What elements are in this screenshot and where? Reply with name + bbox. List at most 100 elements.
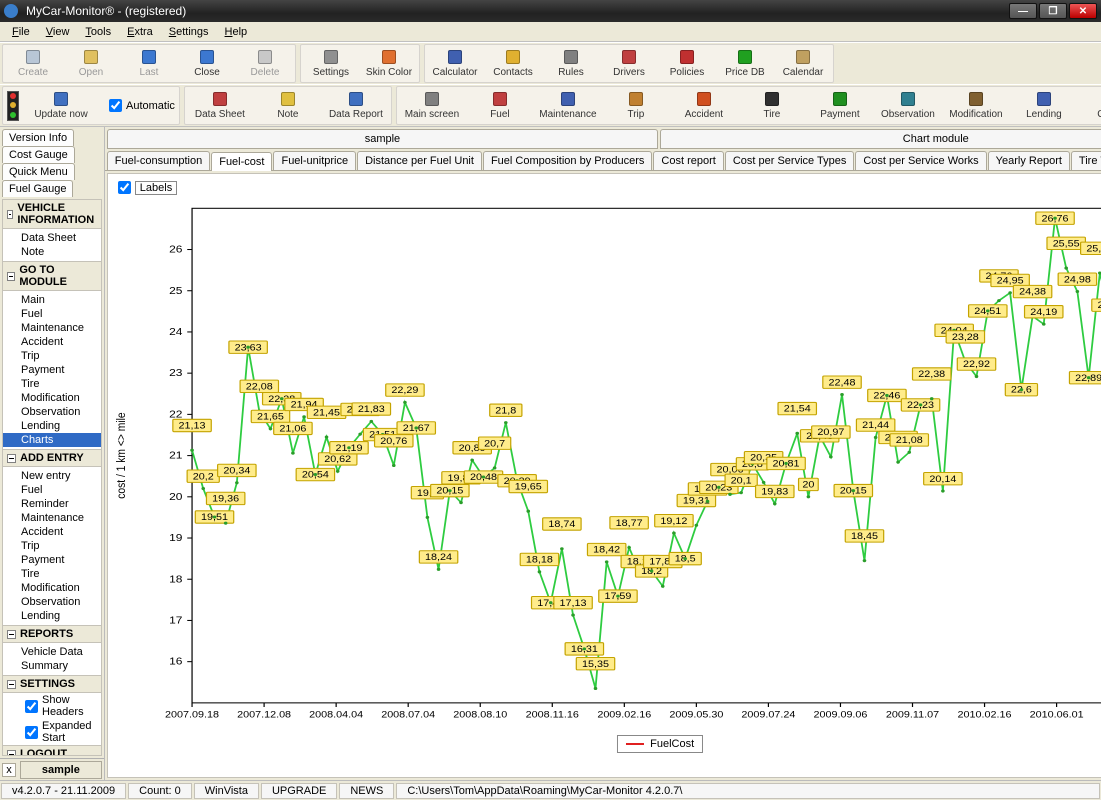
tb-note[interactable]: Note <box>254 88 322 123</box>
menu-tools[interactable]: Tools <box>77 24 119 40</box>
sub-tab-fuel-composition-by-producers[interactable]: Fuel Composition by Producers <box>483 151 652 170</box>
tb-payment[interactable]: Payment <box>806 88 874 123</box>
tb-accident[interactable]: Accident <box>670 88 738 123</box>
main-tab-chart-module[interactable]: Chart module <box>660 129 1101 149</box>
section-logout[interactable]: LOGOUT <box>3 746 101 756</box>
sub-tab-cost-per-service-types[interactable]: Cost per Service Types <box>725 151 855 170</box>
nav-trip[interactable]: Trip <box>3 349 101 363</box>
menu-view[interactable]: View <box>38 24 78 40</box>
tb-skin-color[interactable]: Skin Color <box>360 46 418 81</box>
nav-fuel[interactable]: Fuel <box>3 307 101 321</box>
tb-rules[interactable]: Rules <box>542 46 600 81</box>
close-window-button[interactable]: ✕ <box>1069 3 1097 19</box>
ltab-fuel-gauge[interactable]: Fuel Gauge <box>2 180 73 197</box>
window-title: MyCar-Monitor® - (registered) <box>22 4 1007 18</box>
section-add-entry[interactable]: ADD ENTRY <box>3 450 101 467</box>
tb-settings[interactable]: Settings <box>302 46 360 81</box>
collapse-icon <box>7 210 13 219</box>
nav-main[interactable]: Main <box>3 293 101 307</box>
section-vehicle-information[interactable]: VEHICLE INFORMATION <box>3 200 101 229</box>
tb-policies[interactable]: Policies <box>658 46 716 81</box>
nav-lending[interactable]: Lending <box>3 419 101 433</box>
menu-help[interactable]: Help <box>217 24 256 40</box>
collapse-icon <box>7 454 16 463</box>
sub-tab-fuel-cost[interactable]: Fuel-cost <box>211 152 272 171</box>
sub-tab-yearly-report[interactable]: Yearly Report <box>988 151 1070 170</box>
svg-text:2008.11.16: 2008.11.16 <box>525 710 579 720</box>
nav-payment[interactable]: Payment <box>3 553 101 567</box>
sub-tab-distance-per-fuel-unit[interactable]: Distance per Fuel Unit <box>357 151 482 170</box>
svg-text:18,24: 18,24 <box>425 553 452 563</box>
setting-show-headers[interactable]: Show Headers <box>3 693 101 719</box>
tb-observation[interactable]: Observation <box>874 88 942 123</box>
sub-tab-fuel-unitprice[interactable]: Fuel-unitprice <box>273 151 356 170</box>
main-tab-sample[interactable]: sample <box>107 129 658 149</box>
sub-tab-cost-report[interactable]: Cost report <box>653 151 723 170</box>
status-news[interactable]: NEWS <box>339 783 394 799</box>
nav-new-entry[interactable]: New entry <box>3 469 101 483</box>
section-reports[interactable]: REPORTS <box>3 626 101 643</box>
setting-expanded-start[interactable]: Expanded Start <box>3 719 101 745</box>
collapse-icon <box>7 680 16 689</box>
menu-settings[interactable]: Settings <box>161 24 217 40</box>
nav-lending[interactable]: Lending <box>3 609 101 623</box>
traffic-icon <box>7 91 19 121</box>
nav-charts[interactable]: Charts <box>3 433 101 447</box>
minimize-button[interactable]: — <box>1009 3 1037 19</box>
status-upgrade[interactable]: UPGRADE <box>261 783 337 799</box>
tb-price-db[interactable]: Price DB <box>716 46 774 81</box>
ltab-cost-gauge[interactable]: Cost Gauge <box>2 146 75 163</box>
tb-trip[interactable]: Trip <box>602 88 670 123</box>
tb-close[interactable]: Close <box>178 46 236 81</box>
nav-modification[interactable]: Modification <box>3 581 101 595</box>
nav-vehicle-data[interactable]: Vehicle Data <box>3 645 101 659</box>
nav-note[interactable]: Note <box>3 245 101 259</box>
sub-tab-cost-per-service-works[interactable]: Cost per Service Works <box>855 151 986 170</box>
tb-lending[interactable]: Lending <box>1010 88 1078 123</box>
sub-tab-fuel-consumption[interactable]: Fuel-consumption <box>107 151 210 170</box>
tb-contacts[interactable]: Contacts <box>484 46 542 81</box>
ltab-quick-menu[interactable]: Quick Menu <box>2 163 75 180</box>
status-path: C:\Users\Tom\AppData\Roaming\MyCar-Monit… <box>396 783 1100 799</box>
nav-fuel[interactable]: Fuel <box>3 483 101 497</box>
labels-checkbox[interactable]: Labels <box>114 178 177 197</box>
nav-reminder[interactable]: Reminder <box>3 497 101 511</box>
tb-fuel[interactable]: Fuel <box>466 88 534 123</box>
nav-maintenance[interactable]: Maintenance <box>3 511 101 525</box>
nav-data-sheet[interactable]: Data Sheet <box>3 231 101 245</box>
tb-data-report[interactable]: Data Report <box>322 88 390 123</box>
nav-tire[interactable]: Tire <box>3 567 101 581</box>
nav-summary[interactable]: Summary <box>3 659 101 673</box>
tb-tire[interactable]: Tire <box>738 88 806 123</box>
ltab-version-info[interactable]: Version Info <box>2 129 74 146</box>
tb-drivers[interactable]: Drivers <box>600 46 658 81</box>
nav-accident[interactable]: Accident <box>3 335 101 349</box>
tb-main-screen[interactable]: Main screen <box>398 88 466 123</box>
tb-maintenance[interactable]: Maintenance <box>534 88 602 123</box>
labels-checkbox-input[interactable] <box>118 181 131 194</box>
status-os: WinVista <box>194 783 259 799</box>
menu-file[interactable]: File <box>4 24 38 40</box>
nav-maintenance[interactable]: Maintenance <box>3 321 101 335</box>
tb-update-now[interactable]: Update now <box>25 88 97 123</box>
tb-charts[interactable]: Charts <box>1078 88 1101 123</box>
nav-tire[interactable]: Tire <box>3 377 101 391</box>
maximize-button[interactable]: ❐ <box>1039 3 1067 19</box>
nav-observation[interactable]: Observation <box>3 405 101 419</box>
svg-text:17,13: 17,13 <box>559 598 586 608</box>
menu-extra[interactable]: Extra <box>119 24 161 40</box>
section-go-to-module[interactable]: GO TO MODULE <box>3 262 101 291</box>
nav-payment[interactable]: Payment <box>3 363 101 377</box>
tb-calendar[interactable]: Calendar <box>774 46 832 81</box>
nav-modification[interactable]: Modification <box>3 391 101 405</box>
sub-tab-tire-tread-depth-analysis[interactable]: Tire Tread Depth Analysis <box>1071 151 1101 170</box>
nav-observation[interactable]: Observation <box>3 595 101 609</box>
left-close-button[interactable]: x <box>2 763 16 777</box>
tb-data-sheet[interactable]: Data Sheet <box>186 88 254 123</box>
automatic-checkbox[interactable]: Automatic <box>105 96 175 115</box>
nav-accident[interactable]: Accident <box>3 525 101 539</box>
tb-modification[interactable]: Modification <box>942 88 1010 123</box>
nav-trip[interactable]: Trip <box>3 539 101 553</box>
section-settings[interactable]: SETTINGS <box>3 676 101 693</box>
tb-calculator[interactable]: Calculator <box>426 46 484 81</box>
